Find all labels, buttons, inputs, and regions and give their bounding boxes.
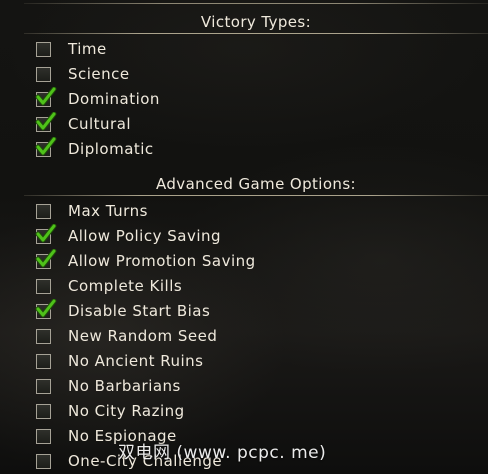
option-label: No City Razing [68,402,185,420]
top-divider [24,3,488,4]
option-label: Allow Promotion Saving [68,252,256,270]
game-options-panel: Victory Types: Time Science Domination C… [0,0,488,474]
option-label: No Ancient Ruins [68,352,204,370]
checkbox[interactable] [36,41,51,57]
option-label: No Espionage [68,427,177,445]
checkbox[interactable] [36,453,51,469]
checkbox[interactable] [35,223,57,244]
option-label: Cultural [68,115,132,133]
option-label: Domination [68,90,160,108]
option-label: New Random Seed [68,327,218,345]
checkbox[interactable] [36,428,51,444]
advanced-options-header: Advanced Game Options: [24,172,488,196]
checkbox[interactable] [36,278,51,294]
checkmark-icon [35,86,57,105]
option-label: Disable Start Bias [68,302,211,320]
checkbox[interactable] [35,86,57,107]
victory-option-science[interactable]: Science [36,63,130,85]
advanced-option-disable-start-bias[interactable]: Disable Start Bias [35,298,211,322]
checkbox[interactable] [36,403,51,419]
advanced-option-max-turns[interactable]: Max Turns [36,200,148,222]
checkmark-icon [35,223,57,242]
advanced-option-allow-promotion-saving[interactable]: Allow Promotion Saving [35,248,256,272]
checkbox[interactable] [36,328,51,344]
checkmark-icon [35,298,57,317]
advanced-option-no-city-razing[interactable]: No City Razing [36,400,185,422]
checkbox[interactable] [36,353,51,369]
option-label: Science [68,65,130,83]
option-label: Complete Kills [68,277,183,295]
option-label: No Barbarians [68,377,181,395]
advanced-option-no-ancient-ruins[interactable]: No Ancient Ruins [36,350,203,372]
advanced-option-one-city-challenge[interactable]: One-City Challenge [36,450,222,472]
checkbox[interactable] [35,298,57,319]
checkmark-icon [35,136,57,155]
checkmark-icon [35,111,57,130]
victory-option-time[interactable]: Time [36,38,107,60]
victory-option-domination[interactable]: Domination [35,86,160,110]
option-label: Time [68,40,107,58]
option-label: One-City Challenge [68,452,223,470]
checkbox[interactable] [36,66,51,82]
victory-types-header: Victory Types: [24,10,488,34]
option-label: Max Turns [68,202,148,220]
option-label: Allow Policy Saving [68,227,222,245]
victory-option-cultural[interactable]: Cultural [35,111,132,135]
advanced-option-no-barbarians[interactable]: No Barbarians [36,375,181,397]
checkbox[interactable] [35,248,57,269]
checkbox[interactable] [35,136,57,157]
checkmark-icon [35,248,57,267]
checkbox[interactable] [35,111,57,132]
advanced-option-no-espionage[interactable]: No Espionage [36,425,177,447]
advanced-option-new-random-seed[interactable]: New Random Seed [36,325,217,347]
advanced-option-complete-kills[interactable]: Complete Kills [36,275,182,297]
checkbox[interactable] [36,378,51,394]
advanced-option-allow-policy-saving[interactable]: Allow Policy Saving [35,223,222,247]
victory-option-diplomatic[interactable]: Diplomatic [35,136,154,160]
option-label: Diplomatic [68,140,154,158]
checkbox[interactable] [36,203,51,219]
